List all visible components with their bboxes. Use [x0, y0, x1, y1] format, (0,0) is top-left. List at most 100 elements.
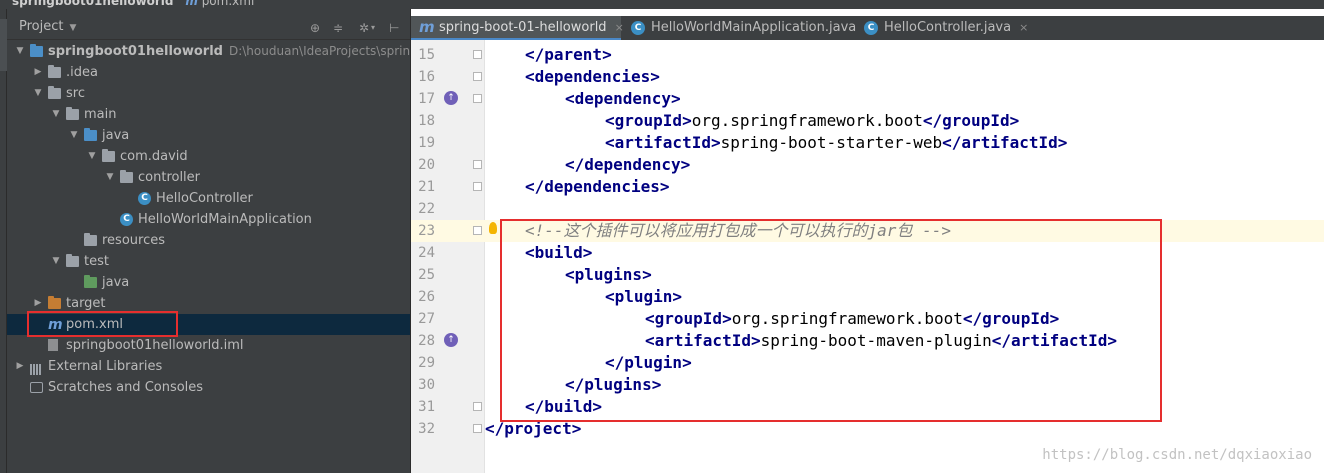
tree-item[interactable]: m pom.xml: [7, 314, 410, 335]
code-line[interactable]: 30 </plugins>: [411, 374, 1324, 396]
tree-item-label: Scratches and Consoles: [48, 380, 204, 395]
project-view-selector[interactable]: Project ▼: [19, 19, 76, 34]
maven-icon: m: [185, 0, 198, 8]
editor-tab[interactable]: CHelloWorldMainApplication.java×: [623, 16, 873, 40]
tree-item-label: controller: [138, 170, 201, 185]
code-line[interactable]: 15 </parent>: [411, 44, 1324, 66]
tree-item[interactable]: ▼ main: [7, 104, 410, 125]
xml-tag: </artifactId>: [991, 331, 1118, 350]
expand-arrow-icon[interactable]: ▼: [69, 125, 79, 146]
tree-item[interactable]: ▶ .idea: [7, 62, 410, 83]
editor-tab[interactable]: m spring-boot-01-helloworld ×: [411, 16, 624, 40]
tree-item[interactable]: C HelloWorldMainApplication: [7, 209, 410, 230]
left-tool-strip: [0, 9, 28, 473]
tree-item-label: .idea: [66, 65, 98, 80]
code-line[interactable]: 22: [411, 198, 1324, 220]
code-line[interactable]: 20 </dependency>: [411, 154, 1324, 176]
fold-marker-icon[interactable]: [473, 50, 482, 59]
line-number: 25: [418, 267, 435, 283]
tree-item[interactable]: ▶ External Libraries: [7, 356, 410, 377]
line-number: 32: [418, 421, 435, 437]
xml-text: spring-boot-starter-web: [720, 133, 943, 152]
override-gutter-icon[interactable]: ↑: [444, 91, 458, 105]
xml-tag: <plugin>: [605, 287, 683, 306]
project-panel: Project ▼ ⊕ ≑ ✲ ▾ ⊢ ▼ springboot01hellowor…: [7, 9, 440, 473]
fold-marker-icon[interactable]: [473, 226, 482, 235]
expand-arrow-icon[interactable]: ▼: [87, 146, 97, 167]
fold-marker-icon[interactable]: [473, 72, 482, 81]
collapse-arrow-icon[interactable]: ▶: [33, 62, 43, 83]
tree-item[interactable]: resources: [7, 230, 410, 251]
expand-arrow-icon[interactable]: ▼: [105, 167, 115, 188]
tree-item-label: resources: [102, 233, 166, 248]
code-line[interactable]: 18 <groupId>org.springframework.boot</gro…: [411, 110, 1324, 132]
tree-item[interactable]: ▼ src: [7, 83, 410, 104]
tree-item[interactable]: java: [7, 272, 410, 293]
chevron-down-icon[interactable]: ▾: [371, 22, 383, 34]
code-line[interactable]: 19 <artifactId>spring-boot-starter-web</a…: [411, 132, 1324, 154]
line-number: 20: [418, 157, 435, 173]
fold-marker-icon[interactable]: [473, 402, 482, 411]
xml-tag: </dependency>: [565, 155, 691, 174]
tree-item[interactable]: springboot01helloworld.iml: [7, 335, 410, 356]
target-icon[interactable]: ⊕: [310, 22, 322, 34]
xml-tag: <dependency>: [565, 89, 681, 108]
xml-tag: <build>: [525, 243, 593, 262]
expand-arrow-icon[interactable]: ▼: [33, 83, 43, 104]
library-icon: [30, 361, 44, 375]
tree-item[interactable]: ▼ com.david: [7, 146, 410, 167]
tree-item[interactable]: ▼ test: [7, 251, 410, 272]
tree-item[interactable]: ▼ springboot01helloworld D:\houduan\IdeaPr…: [7, 41, 440, 62]
editor-tab-label: HelloWorldMainApplication.java: [651, 20, 857, 35]
tree-item-label: java: [102, 275, 130, 290]
code-line[interactable]: 25 <plugins>: [411, 264, 1324, 286]
code-line[interactable]: 16 <dependencies>: [411, 66, 1324, 88]
code-line[interactable]: 24 <build>: [411, 242, 1324, 264]
editor-tab[interactable]: C HelloController.java ×: [856, 16, 1028, 40]
collapse-arrow-icon[interactable]: ▶: [33, 293, 43, 314]
code-line[interactable]: 21 </dependencies>: [411, 176, 1324, 198]
code-line[interactable]: 23 <!--这个插件可以将应用打包成一个可以执行的jar包 -->: [411, 220, 1324, 242]
folder-icon: [48, 86, 61, 99]
code-line[interactable]: 17 ↑ <dependency>: [411, 88, 1324, 110]
code-line[interactable]: 29 </plugin>: [411, 352, 1324, 374]
xml-tag: </artifactId>: [942, 133, 1068, 152]
tree-item-label: src: [66, 86, 85, 101]
expand-arrow-icon[interactable]: ▼: [51, 104, 61, 125]
gear-icon[interactable]: ✲: [359, 22, 371, 34]
tree-item[interactable]: ▼ java: [7, 125, 410, 146]
tree-item-label: main: [84, 107, 117, 122]
tree-item[interactable]: Scratches and Consoles: [7, 377, 410, 398]
fold-marker-icon[interactable]: [473, 424, 482, 433]
chevron-down-icon: ▼: [69, 23, 77, 33]
code-line[interactable]: 26 <plugin>: [411, 286, 1324, 308]
collapse-arrow-icon[interactable]: ▶: [15, 356, 25, 377]
fold-marker-icon[interactable]: [473, 182, 482, 191]
code-line[interactable]: 27 <groupId>org.springframework.boot</gro…: [411, 308, 1324, 330]
line-number: 15: [418, 47, 435, 63]
line-number: 31: [418, 399, 435, 415]
code-line[interactable]: 28 ↑ <artifactId>spring-boot-maven-plugin<…: [411, 330, 1324, 352]
override-gutter-icon[interactable]: ↑: [444, 333, 458, 347]
line-number: 30: [418, 377, 435, 393]
tree-item[interactable]: C HelloController: [7, 188, 410, 209]
xml-tag: </project>: [485, 419, 582, 438]
excluded-folder-icon: [48, 296, 61, 309]
intention-bulb-icon[interactable]: [489, 222, 497, 234]
line-number: 18: [418, 113, 435, 129]
expand-arrow-icon[interactable]: ▼: [15, 41, 25, 62]
code-line[interactable]: 32 </project>: [411, 418, 1324, 440]
expand-arrow-icon[interactable]: ▼: [51, 251, 61, 272]
tree-item[interactable]: ▶ target: [7, 293, 410, 314]
code-view[interactable]: 15 </parent> 16 <dependencies> 17 ↑ <dependenc…: [411, 40, 1324, 473]
hide-panel-icon[interactable]: ⊢: [389, 22, 401, 34]
breadcrumb-file[interactable]: pom.xml: [202, 0, 255, 8]
fold-marker-icon[interactable]: [473, 94, 482, 103]
tree-item[interactable]: ▼ controller: [7, 167, 410, 188]
collapse-all-icon[interactable]: ≑: [333, 22, 345, 34]
fold-marker-icon[interactable]: [473, 160, 482, 169]
close-icon[interactable]: ×: [1019, 21, 1028, 34]
code-line[interactable]: 31 </build>: [411, 396, 1324, 418]
module-folder-icon: [30, 44, 43, 57]
breadcrumb-project[interactable]: springboot01helloworld: [12, 0, 174, 8]
